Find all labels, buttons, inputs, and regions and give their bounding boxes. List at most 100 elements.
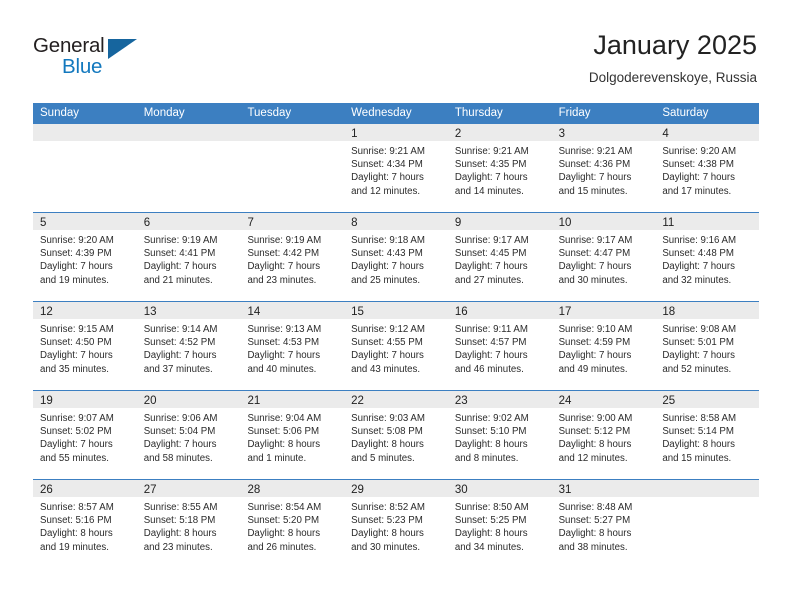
day-detail-line: Sunset: 5:27 PM bbox=[558, 515, 631, 527]
day-detail-body: Sunrise: 8:54 AM Sunset: 5:20 PM Daylight:… bbox=[240, 497, 344, 554]
day-detail-line: Daylight: 8 hours bbox=[558, 439, 632, 451]
day-detail-body: Sunrise: 8:48 AM Sunset: 5:27 PM Daylight:… bbox=[552, 497, 656, 554]
day-number: 30 bbox=[454, 484, 468, 496]
day-number: 21 bbox=[247, 395, 261, 407]
day-number: 25 bbox=[662, 395, 676, 407]
day-detail-body: Sunrise: 8:50 AM Sunset: 5:25 PM Daylight:… bbox=[448, 497, 552, 554]
calendar-day-cell[interactable]: 12 Sunrise: 9:15 AM Sunset: 4:50 PM Dayligh… bbox=[33, 302, 137, 390]
day-number: 19 bbox=[40, 395, 53, 407]
day-detail-line: and 8 minutes. bbox=[454, 452, 519, 464]
calendar-day-cell[interactable]: 4 Sunrise: 9:20 AM Sunset: 4:38 PM Daylight… bbox=[655, 124, 760, 212]
calendar-day-cell[interactable]: 11 Sunrise: 9:16 AM Sunset: 4:48 PM Dayligh… bbox=[655, 213, 760, 301]
day-number-strip: 29 bbox=[344, 480, 448, 497]
day-detail-line: Daylight: 7 hours bbox=[143, 261, 217, 273]
calendar-day-cell[interactable]: 8 Sunrise: 9:18 AM Sunset: 4:43 PM Daylight… bbox=[344, 213, 448, 301]
calendar-day-cell[interactable]: 27 Sunrise: 8:55 AM Sunset: 5:18 PM Dayligh… bbox=[136, 480, 241, 568]
day-detail-line: Daylight: 7 hours bbox=[662, 172, 736, 184]
day-number-strip: 28 bbox=[240, 480, 345, 497]
day-detail-line: Daylight: 8 hours bbox=[558, 528, 632, 540]
calendar-day-cell[interactable]: 6 Sunrise: 9:19 AM Sunset: 4:41 PM Daylight… bbox=[136, 213, 241, 301]
day-detail-line: Sunset: 4:57 PM bbox=[454, 337, 527, 349]
calendar-day-cell[interactable]: 2 Sunrise: 9:21 AM Sunset: 4:35 PM Daylight… bbox=[447, 124, 552, 212]
day-detail-line: Sunrise: 8:55 AM bbox=[143, 502, 218, 513]
calendar-day-cell[interactable]: 24 Sunrise: 9:00 AM Sunset: 5:12 PM Dayligh… bbox=[551, 391, 656, 479]
day-detail-line: and 49 minutes. bbox=[558, 363, 628, 375]
calendar-day-cell[interactable]: 7 Sunrise: 9:19 AM Sunset: 4:42 PM Daylight… bbox=[240, 213, 345, 301]
calendar-day-cell[interactable]: 15 Sunrise: 9:12 AM Sunset: 4:55 PM Dayligh… bbox=[344, 302, 448, 390]
day-detail-line: Sunset: 5:25 PM bbox=[454, 515, 527, 527]
calendar-day-cell[interactable]: 29 Sunrise: 8:52 AM Sunset: 5:23 PM Dayligh… bbox=[344, 480, 448, 568]
page-title: January 2025 bbox=[593, 30, 757, 60]
day-number: 29 bbox=[351, 484, 364, 496]
calendar-day-cell[interactable]: 5 Sunrise: 9:20 AM Sunset: 4:39 PM Daylight… bbox=[33, 213, 137, 301]
calendar-day-cell[interactable]: 17 Sunrise: 9:10 AM Sunset: 4:59 PM Dayligh… bbox=[551, 302, 656, 390]
calendar-day-cell[interactable]: 28 Sunrise: 8:54 AM Sunset: 5:20 PM Dayligh… bbox=[240, 480, 345, 568]
calendar-day-cell[interactable]: 13 Sunrise: 9:14 AM Sunset: 4:52 PM Dayligh… bbox=[136, 302, 241, 390]
day-number: 15 bbox=[351, 306, 364, 318]
day-detail-line: Sunset: 4:39 PM bbox=[40, 248, 112, 260]
calendar-day-cell[interactable]: 26 Sunrise: 8:57 AM Sunset: 5:16 PM Dayligh… bbox=[33, 480, 137, 568]
page-header: General Blue January 2025 Dolgoderevensk… bbox=[0, 0, 792, 100]
day-detail-line: Daylight: 8 hours bbox=[143, 528, 217, 540]
calendar-day-cell[interactable]: 9 Sunrise: 9:17 AM Sunset: 4:45 PM Daylight… bbox=[447, 213, 552, 301]
day-detail-body: Sunrise: 9:00 AM Sunset: 5:12 PM Daylight:… bbox=[552, 408, 656, 465]
calendar-day-cell-empty bbox=[655, 480, 760, 568]
day-detail-body: Sunrise: 9:18 AM Sunset: 4:43 PM Daylight:… bbox=[344, 230, 448, 287]
day-number: 1 bbox=[351, 128, 358, 140]
weekday-header-saturday: Saturday bbox=[662, 107, 709, 119]
day-detail-body: Sunrise: 9:19 AM Sunset: 4:42 PM Daylight:… bbox=[240, 230, 344, 287]
day-number-strip: 23 bbox=[447, 391, 552, 408]
day-number-strip: 31 bbox=[551, 480, 656, 497]
day-detail-line: Sunset: 5:02 PM bbox=[40, 426, 112, 438]
day-detail-line: and 15 minutes. bbox=[558, 185, 628, 197]
day-detail-line: Sunset: 5:10 PM bbox=[454, 426, 527, 438]
day-detail-line: Sunset: 5:23 PM bbox=[351, 515, 423, 527]
calendar-day-cell[interactable]: 23 Sunrise: 9:02 AM Sunset: 5:10 PM Dayligh… bbox=[447, 391, 552, 479]
day-detail-body: Sunrise: 9:20 AM Sunset: 4:39 PM Daylight:… bbox=[33, 230, 137, 287]
day-detail-line: Daylight: 7 hours bbox=[558, 350, 632, 362]
day-number: 14 bbox=[247, 306, 261, 318]
day-number: 2 bbox=[454, 128, 462, 140]
day-number: 24 bbox=[558, 395, 572, 407]
weekday-header-sunday: Sunday bbox=[40, 107, 80, 119]
calendar-day-cell[interactable]: 21 Sunrise: 9:04 AM Sunset: 5:06 PM Dayligh… bbox=[240, 391, 345, 479]
day-number: 16 bbox=[454, 306, 468, 318]
day-detail-line: Sunrise: 9:14 AM bbox=[143, 324, 218, 335]
calendar-day-cell[interactable]: 1 Sunrise: 9:21 AM Sunset: 4:34 PM Daylight… bbox=[344, 124, 448, 212]
day-detail-body: Sunrise: 9:17 AM Sunset: 4:47 PM Daylight:… bbox=[552, 230, 656, 287]
day-number-strip: 22 bbox=[344, 391, 448, 408]
day-detail-line: Sunrise: 9:00 AM bbox=[558, 413, 633, 424]
calendar-day-cell[interactable]: 16 Sunrise: 9:11 AM Sunset: 4:57 PM Dayligh… bbox=[447, 302, 552, 390]
day-detail-line: and 58 minutes. bbox=[143, 452, 213, 464]
day-number-strip: 5 bbox=[33, 213, 137, 230]
day-detail-line: and 14 minutes. bbox=[454, 185, 524, 197]
day-number-strip: 30 bbox=[447, 480, 552, 497]
calendar-day-cell[interactable]: 30 Sunrise: 8:50 AM Sunset: 5:25 PM Dayligh… bbox=[447, 480, 552, 568]
calendar-day-cell[interactable]: 19 Sunrise: 9:07 AM Sunset: 5:02 PM Dayligh… bbox=[33, 391, 137, 479]
calendar-day-cell[interactable]: 22 Sunrise: 9:03 AM Sunset: 5:08 PM Dayligh… bbox=[344, 391, 448, 479]
day-number-strip: 8 bbox=[344, 213, 448, 230]
day-number: 8 bbox=[351, 217, 358, 229]
day-detail-line: Sunrise: 9:10 AM bbox=[558, 324, 633, 335]
day-detail-line: Sunset: 4:38 PM bbox=[662, 159, 734, 171]
calendar-day-cell[interactable]: 31 Sunrise: 8:48 AM Sunset: 5:27 PM Dayligh… bbox=[551, 480, 656, 568]
day-detail-line: Sunset: 5:06 PM bbox=[247, 426, 320, 438]
day-detail-line: Sunset: 5:16 PM bbox=[40, 515, 112, 527]
calendar-day-cell[interactable]: 25 Sunrise: 8:58 AM Sunset: 5:14 PM Dayligh… bbox=[655, 391, 760, 479]
day-number-strip: 2 bbox=[447, 124, 552, 141]
day-detail-line: and 40 minutes. bbox=[247, 363, 317, 375]
day-detail-body: Sunrise: 9:10 AM Sunset: 4:59 PM Daylight:… bbox=[552, 319, 656, 376]
calendar-day-cell[interactable]: 20 Sunrise: 9:06 AM Sunset: 5:04 PM Dayligh… bbox=[136, 391, 241, 479]
day-detail-line: and 30 minutes. bbox=[558, 274, 628, 286]
calendar-day-cell[interactable]: 18 Sunrise: 9:08 AM Sunset: 5:01 PM Dayligh… bbox=[655, 302, 760, 390]
day-detail-line: Sunset: 5:04 PM bbox=[143, 426, 216, 438]
day-detail-line: Daylight: 7 hours bbox=[247, 261, 321, 273]
calendar-day-cell[interactable]: 10 Sunrise: 9:17 AM Sunset: 4:47 PM Dayligh… bbox=[551, 213, 656, 301]
calendar-day-cell-empty bbox=[33, 124, 137, 212]
generalblue-logo[interactable]: General Blue bbox=[33, 34, 163, 82]
calendar-day-cell[interactable]: 3 Sunrise: 9:21 AM Sunset: 4:36 PM Daylight… bbox=[551, 124, 656, 212]
day-number-strip: 24 bbox=[551, 391, 656, 408]
calendar-day-cell[interactable]: 14 Sunrise: 9:13 AM Sunset: 4:53 PM Dayligh… bbox=[240, 302, 345, 390]
day-detail-body: Sunrise: 8:58 AM Sunset: 5:14 PM Daylight:… bbox=[655, 408, 759, 465]
day-number: 10 bbox=[558, 217, 572, 229]
